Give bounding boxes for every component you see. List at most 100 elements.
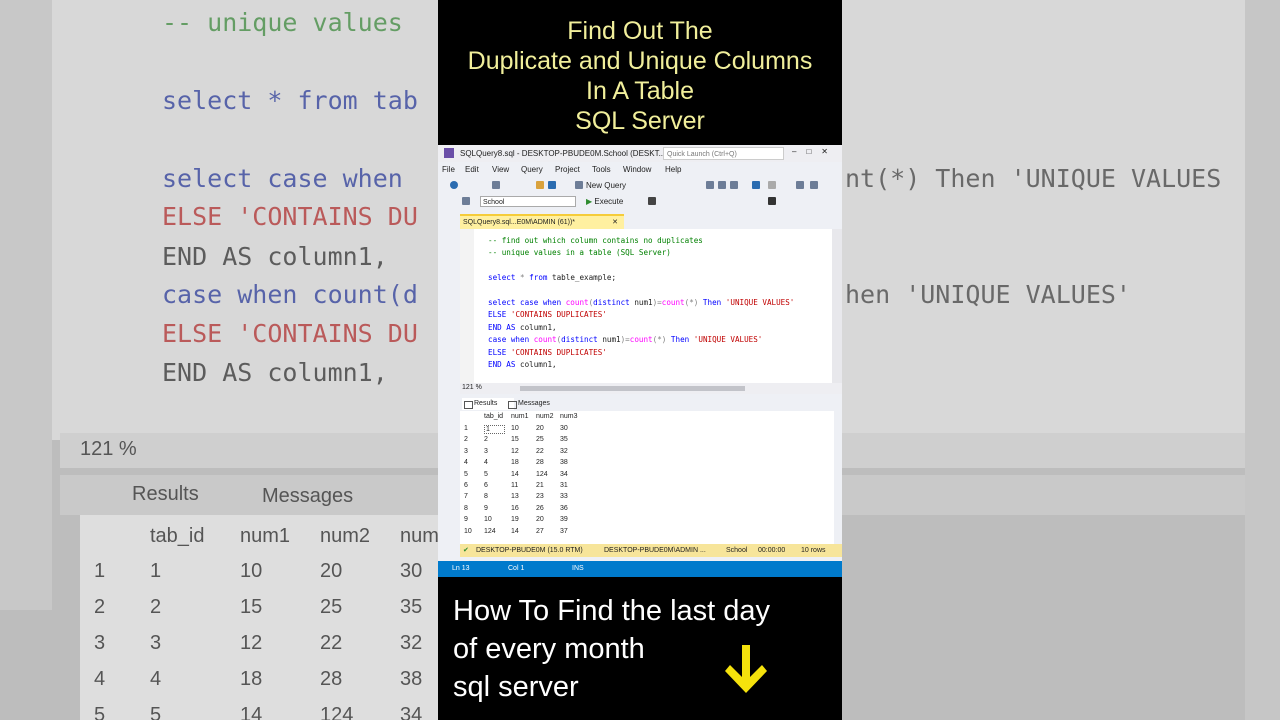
grid-cell[interactable]: 10 <box>484 516 492 523</box>
redo-icon[interactable] <box>768 181 776 189</box>
grid-cell[interactable]: 33 <box>560 493 568 500</box>
menu-item-tools[interactable]: Tools <box>592 165 611 174</box>
tab-messages[interactable]: Messages <box>506 398 566 410</box>
grid-cell[interactable]: 23 <box>536 493 544 500</box>
results-grid[interactable]: tab_id num1 num2 num3 1 1 10 20 30 2 2 15 25 35 3 3 12 22… <box>460 411 834 544</box>
grid-cell[interactable]: 28 <box>536 459 544 466</box>
grid-cell[interactable]: 26 <box>536 505 544 512</box>
grid-cell[interactable]: 20 <box>536 425 544 432</box>
properties-icon[interactable] <box>796 181 804 189</box>
grid-cell[interactable]: 12 <box>511 448 519 455</box>
grid-cell[interactable]: 25 <box>536 436 544 443</box>
row-number[interactable]: 9 <box>464 516 468 523</box>
sql-editor[interactable]: -- find out which column contains no dup… <box>460 229 832 383</box>
grid-cell[interactable]: 3 <box>484 448 488 455</box>
back-icon[interactable] <box>450 181 458 189</box>
bg-code-line: ELSE 'CONTAINS DU <box>162 319 418 348</box>
grid-cell[interactable]: 10 <box>511 425 519 432</box>
editor-vertical-scrollbar[interactable] <box>832 229 842 383</box>
menu-item-help[interactable]: Help <box>665 165 681 174</box>
grid-cell[interactable]: 14 <box>511 528 519 535</box>
column-header[interactable]: tab_id <box>484 413 503 420</box>
menu-item-view[interactable]: View <box>492 165 509 174</box>
undo-icon[interactable] <box>752 181 760 189</box>
menu-item-query[interactable]: Query <box>521 165 543 174</box>
grid-cell[interactable]: 35 <box>560 436 568 443</box>
execute-button[interactable]: ▶ Execute <box>586 197 623 206</box>
code-token: 'UNIQUE VALUES' <box>725 298 795 307</box>
new-query-icon[interactable] <box>575 181 583 189</box>
zoom-select[interactable]: 121 % <box>462 384 482 391</box>
grid-cell[interactable]: 32 <box>560 448 568 455</box>
code-token: -- find out which column contains no dup… <box>488 236 703 245</box>
row-number[interactable]: 1 <box>464 425 468 432</box>
new-file-icon[interactable] <box>492 181 500 189</box>
grid-cell[interactable]: 39 <box>560 516 568 523</box>
menu-item-edit[interactable]: Edit <box>465 165 479 174</box>
column-header[interactable]: num1 <box>511 413 529 420</box>
grid-cell[interactable]: 18 <box>511 459 519 466</box>
grid-cell[interactable]: 15 <box>511 436 519 443</box>
row-number[interactable]: 2 <box>464 436 468 443</box>
grid-cell[interactable]: 31 <box>560 482 568 489</box>
grid-cell[interactable]: 16 <box>511 505 519 512</box>
grid-cell[interactable]: 22 <box>536 448 544 455</box>
grid-cell[interactable]: 36 <box>560 505 568 512</box>
editor-horizontal-scrollbar[interactable] <box>520 386 745 391</box>
new-query-button[interactable]: New Query <box>586 181 626 190</box>
grid-cell[interactable]: 19 <box>511 516 519 523</box>
grid-cell[interactable]: 1 <box>484 425 505 434</box>
row-number[interactable]: 5 <box>464 471 468 478</box>
row-number[interactable]: 8 <box>464 505 468 512</box>
column-header[interactable]: num3 <box>560 413 578 420</box>
grid-cell[interactable]: 38 <box>560 459 568 466</box>
menu-item-file[interactable]: File <box>442 165 455 174</box>
grid-cell[interactable]: 20 <box>536 516 544 523</box>
grid-cell[interactable]: 27 <box>536 528 544 535</box>
column-header[interactable]: num2 <box>536 413 554 420</box>
query-status-bar: ✔ DESKTOP-PBUDE0M (15.0 RTM) DESKTOP-PBU… <box>460 544 842 557</box>
save-icon[interactable] <box>548 181 556 189</box>
menu-item-project[interactable]: Project <box>555 165 580 174</box>
title-bar: SQLQuery8.sql - DESKTOP-PBUDE0M.School (… <box>438 145 842 162</box>
grid-cell[interactable]: 11 <box>511 482 518 489</box>
row-number[interactable]: 4 <box>464 459 468 466</box>
window-controls[interactable]: –□✕ <box>792 147 838 156</box>
toolbox-icon[interactable] <box>810 181 818 189</box>
code-token: Then <box>670 335 690 345</box>
open-icon[interactable] <box>536 181 544 189</box>
grid-cell[interactable]: 2 <box>484 436 488 443</box>
grid-cell[interactable]: 8 <box>484 493 488 500</box>
results-grid-icon[interactable] <box>768 197 776 205</box>
row-number[interactable]: 3 <box>464 448 468 455</box>
tab-query-document[interactable]: SQLQuery8.sql...E0M\ADMIN (61))* ✕ <box>460 214 624 229</box>
cut-icon[interactable] <box>706 181 714 189</box>
grid-cell[interactable]: 5 <box>484 471 488 478</box>
grid-cell[interactable]: 124 <box>536 471 548 478</box>
editor-zoom-bar: 121 % <box>460 383 842 394</box>
grid-cell[interactable]: 9 <box>484 505 488 512</box>
grid-cell[interactable]: 34 <box>560 471 568 478</box>
row-number[interactable]: 7 <box>464 493 468 500</box>
database-select[interactable]: School <box>480 196 576 207</box>
quick-launch-input[interactable]: Quick Launch (Ctrl+Q) <box>663 147 784 160</box>
paste-icon[interactable] <box>730 181 738 189</box>
grid-cell[interactable]: 37 <box>560 528 568 535</box>
connect-icon[interactable] <box>462 197 470 205</box>
row-number[interactable]: 10 <box>464 528 472 535</box>
grid-cell[interactable]: 21 <box>536 482 544 489</box>
menu-item-window[interactable]: Window <box>623 165 651 174</box>
row-number[interactable]: 6 <box>464 482 468 489</box>
copy-icon[interactable] <box>718 181 726 189</box>
parse-check-icon[interactable] <box>648 197 656 205</box>
grid-cell[interactable]: 124 <box>484 528 496 535</box>
grid-cell[interactable]: 30 <box>560 425 568 432</box>
code-token: ELSE <box>488 310 507 320</box>
grid-cell[interactable]: 4 <box>484 459 488 466</box>
grid-cell[interactable]: 13 <box>511 493 519 500</box>
menu-bar: File Edit View Query Project Tools Window Help <box>438 162 842 177</box>
grid-cell[interactable]: 14 <box>511 471 519 478</box>
close-tab-icon[interactable]: ✕ <box>612 216 618 229</box>
grid-cell[interactable]: 6 <box>484 482 488 489</box>
bottom-title-line: sql server <box>453 671 579 703</box>
